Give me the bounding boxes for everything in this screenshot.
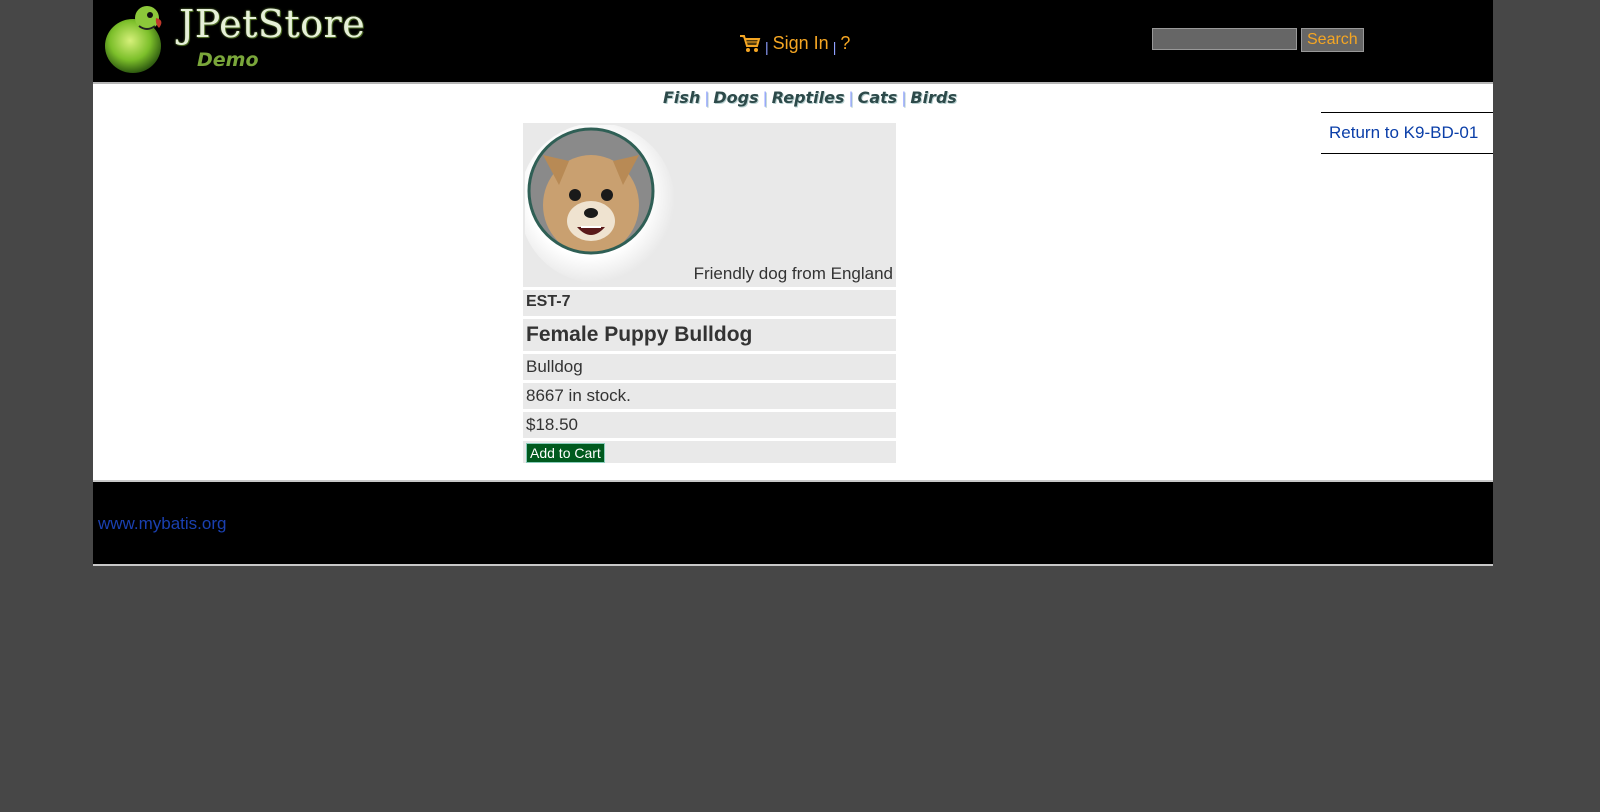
quicklink-separator: | [848,88,854,107]
item-price: $18.50 [523,412,896,438]
sign-in-link[interactable]: Sign In [773,33,829,54]
mybatis-link[interactable]: www.mybatis.org [98,514,226,534]
footer: www.mybatis.org [93,482,1493,566]
item-actions: Add to Cart [523,441,896,463]
return-link[interactable]: Return to K9-BD-01 [1329,123,1478,142]
menu-separator: | [765,39,769,55]
quicklink-reptiles[interactable]: Reptiles [772,88,845,107]
search-form: Search [1152,28,1364,52]
page-wrapper: JPetStore Demo | Sign In | ? Search Fish… [93,0,1493,566]
item-description: Friendly dog from England [693,264,893,283]
search-input[interactable] [1152,28,1297,50]
logo[interactable]: JPetStore Demo [103,2,373,74]
top-menu: | Sign In | ? [739,31,850,55]
item-details: Friendly dog from England EST-7 Female P… [523,123,896,466]
quicklink-fish[interactable]: Fish [663,88,700,107]
menu-separator: | [832,39,837,55]
item-id: EST-7 [523,290,896,316]
quicklink-separator: | [704,88,710,107]
logo-title: JPetStore [179,2,366,46]
quicklink-separator: | [901,88,907,107]
item-product: Bulldog [523,354,896,380]
cart-icon[interactable] [739,33,761,53]
item-name: Female Puppy Bulldog [523,319,896,351]
back-link-box: Return to K9-BD-01 [1321,112,1493,154]
quicklink-birds[interactable]: Birds [910,88,957,107]
header: JPetStore Demo | Sign In | ? Search [93,0,1493,84]
add-to-cart-button[interactable]: Add to Cart [526,443,605,463]
main-content: Fish | Dogs | Reptiles | Cats | Birds Re… [93,84,1493,482]
quicklink-dogs[interactable]: Dogs [713,88,758,107]
search-button[interactable]: Search [1301,28,1364,52]
item-image-row: Friendly dog from England [523,123,896,287]
help-link[interactable]: ? [840,33,850,54]
quicklink-separator: | [762,88,768,107]
logo-subtitle: Demo [197,49,259,71]
category-quicklinks: Fish | Dogs | Reptiles | Cats | Birds [663,88,957,107]
quicklink-cats[interactable]: Cats [858,88,898,107]
item-stock: 8667 in stock. [523,383,896,409]
parrot-logo-icon [105,6,162,73]
dog-photo-image [525,125,675,283]
